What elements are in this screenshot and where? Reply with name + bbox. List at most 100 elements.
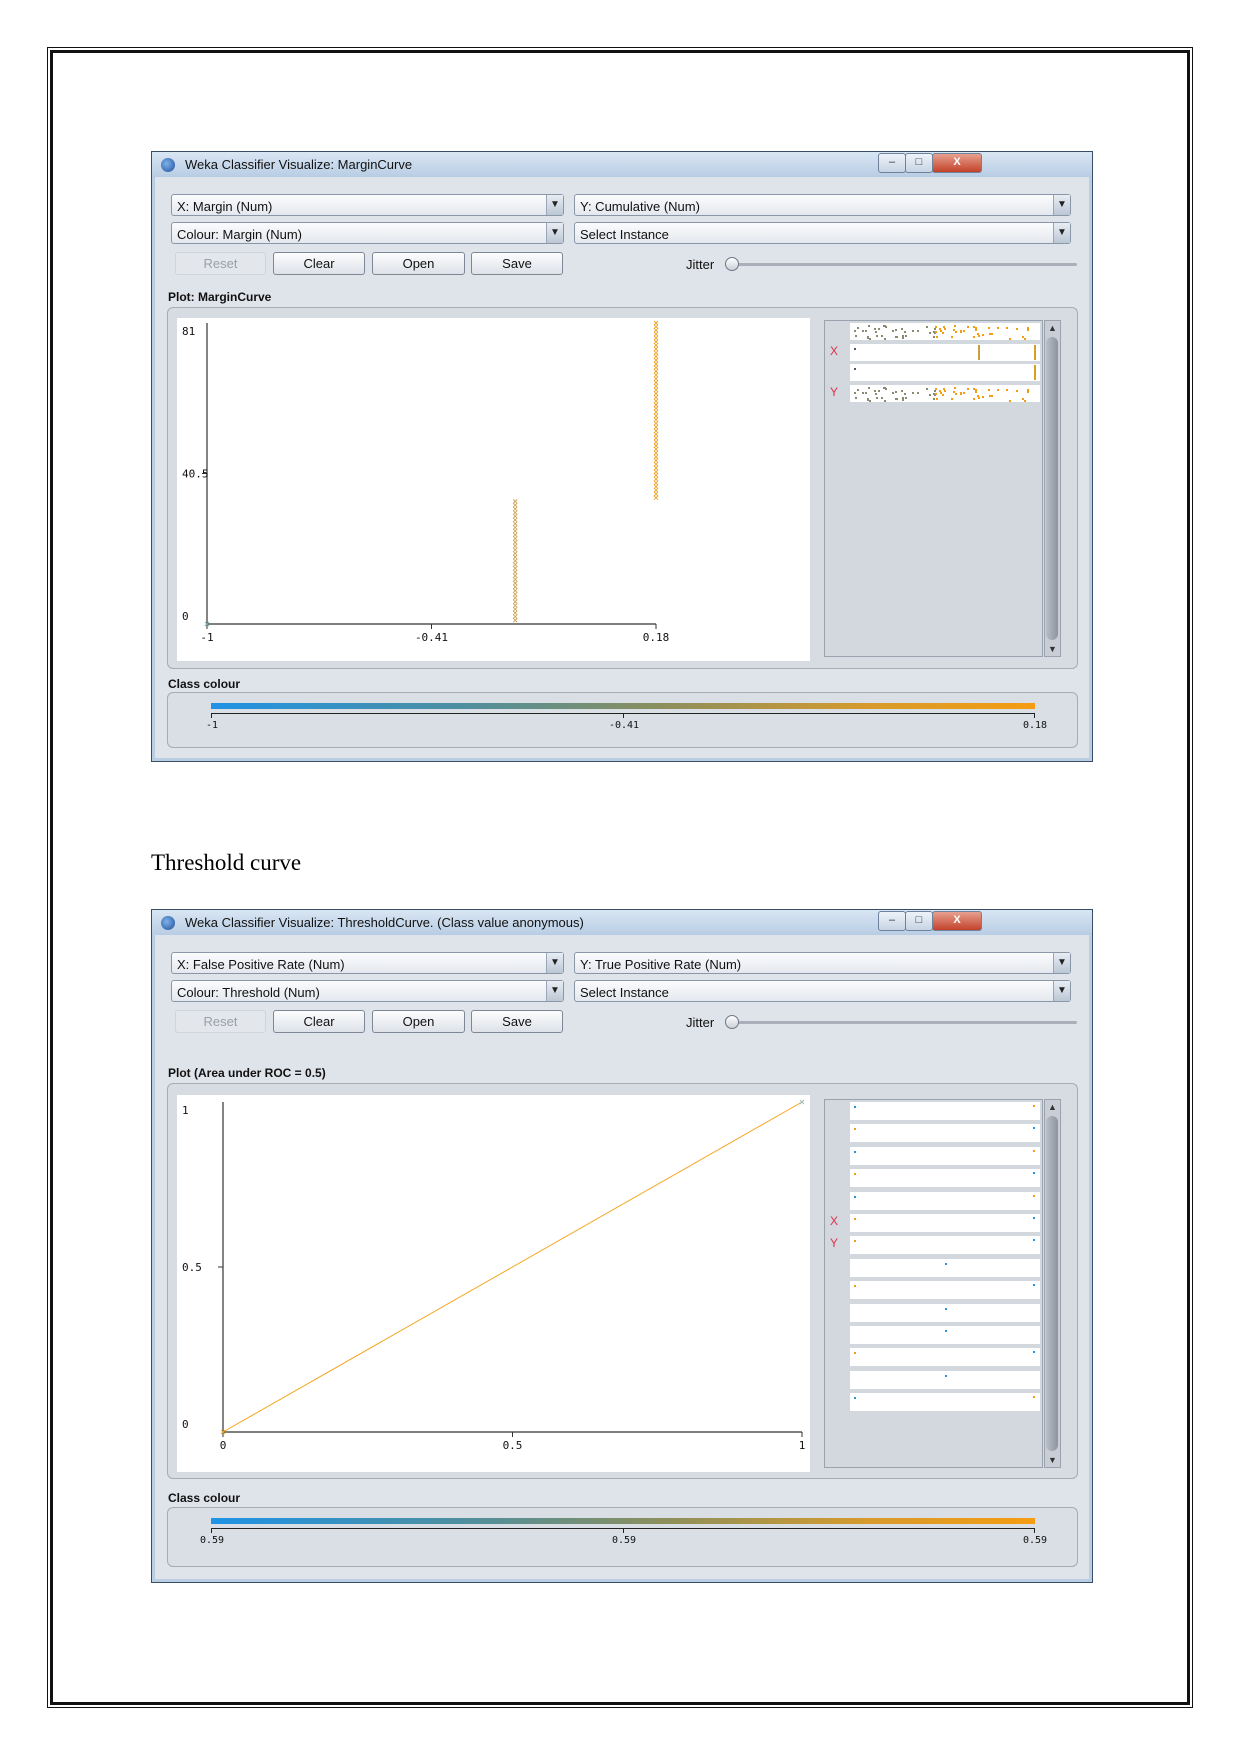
attribute-point: [962, 330, 965, 333]
attribute-point: [962, 392, 965, 395]
y-axis-select[interactable]: Y: True Positive Rate (Num) ▼: [574, 952, 1071, 974]
attribute-point: [940, 392, 942, 395]
data-point: [653, 335, 659, 341]
data-point: [512, 573, 518, 579]
attribute-bar[interactable]: [850, 1393, 1040, 1412]
open-button[interactable]: Open: [372, 1010, 465, 1033]
attribute-bar[interactable]: [850, 1303, 1040, 1322]
class-colour-label: Class colour: [168, 1491, 241, 1505]
attribute-scrollbar[interactable]: ▲ ▼: [1044, 1099, 1061, 1468]
colour-select[interactable]: Colour: Threshold (Num) ▼: [171, 980, 564, 1002]
x-attribute-label: X: [830, 1214, 839, 1228]
attribute-bar[interactable]: [850, 1214, 1040, 1232]
attribute-bar[interactable]: [850, 1124, 1040, 1143]
close-button[interactable]: X: [932, 911, 982, 931]
attribute-bar[interactable]: [850, 1348, 1040, 1367]
class-colour-tick: [211, 713, 212, 718]
attribute-bar[interactable]: [850, 1169, 1040, 1188]
scroll-up-arrow-icon[interactable]: ▲: [1045, 1100, 1060, 1114]
attribute-bar[interactable]: [850, 385, 1040, 402]
data-point: [653, 342, 659, 348]
save-button[interactable]: Save: [471, 252, 563, 275]
chevron-down-icon[interactable]: ▼: [1053, 981, 1070, 1001]
data-point: [653, 354, 659, 359]
attribute-bar[interactable]: [850, 1370, 1040, 1389]
scroll-up-arrow-icon[interactable]: ▲: [1045, 321, 1060, 335]
attribute-bar[interactable]: [850, 323, 1040, 340]
attribute-point: [854, 348, 856, 350]
chevron-down-icon[interactable]: ▼: [546, 981, 563, 1001]
attribute-bar[interactable]: [850, 1146, 1040, 1165]
attribute-bar[interactable]: [850, 1258, 1040, 1277]
data-point: [512, 606, 518, 612]
data-point: [512, 577, 518, 582]
attribute-point: [966, 326, 969, 329]
attribute-bar[interactable]: [850, 344, 1040, 361]
y-axis-select[interactable]: Y: Cumulative (Num) ▼: [574, 194, 1071, 216]
class-colour-tick: [623, 713, 624, 718]
attribute-point: [932, 335, 935, 338]
scrollbar-thumb[interactable]: [1046, 1116, 1058, 1451]
attribute-point: [854, 1218, 856, 1220]
clear-button[interactable]: Clear: [273, 252, 365, 275]
x-axis-select[interactable]: X: Margin (Num) ▼: [171, 194, 564, 216]
jitter-slider-knob[interactable]: [725, 1015, 739, 1029]
attribute-bar[interactable]: [850, 1191, 1040, 1210]
select-instance-select[interactable]: Select Instance ▼: [574, 222, 1071, 244]
combo-value: X: Margin (Num): [177, 199, 273, 214]
attribute-point: [1033, 1105, 1035, 1107]
class-colour-panel: -1 -0.41 0.18: [167, 692, 1078, 748]
class-colour-tick-label: -1: [205, 720, 219, 731]
data-point: [512, 610, 518, 616]
attribute-point: [854, 334, 857, 337]
combo-value: Select Instance: [580, 227, 669, 242]
jitter-slider[interactable]: [729, 1021, 1077, 1024]
attribute-point: [1021, 336, 1024, 339]
chevron-down-icon[interactable]: ▼: [1053, 195, 1070, 215]
maximize-button[interactable]: □: [905, 911, 933, 931]
attribute-point: [942, 387, 945, 390]
jitter-slider-knob[interactable]: [725, 257, 739, 271]
attribute-point: [867, 325, 870, 328]
attribute-bar[interactable]: [850, 1102, 1040, 1120]
attribute-point: [875, 335, 878, 338]
data-point: [512, 591, 518, 597]
attribute-point: [936, 336, 939, 339]
data-point: [653, 417, 659, 422]
attribute-bar[interactable]: [850, 1326, 1040, 1344]
save-button[interactable]: Save: [471, 1010, 563, 1033]
attribute-bar[interactable]: [850, 364, 1040, 381]
plot-label: Plot: MarginCurve: [168, 290, 272, 304]
attribute-point: [934, 326, 937, 329]
colour-select[interactable]: Colour: Margin (Num) ▼: [171, 222, 564, 244]
chevron-down-icon[interactable]: ▼: [546, 953, 563, 973]
data-point: [653, 368, 659, 374]
data-point: [653, 424, 659, 430]
minimize-button[interactable]: –: [878, 911, 906, 931]
x-axis-select[interactable]: X: False Positive Rate (Num) ▼: [171, 952, 564, 974]
plot-area[interactable]: -1 -0.41 0.18 0 40.5 81: [177, 318, 810, 661]
attribute-bar[interactable]: [850, 1281, 1040, 1300]
jitter-slider[interactable]: [729, 263, 1077, 266]
scroll-down-arrow-icon[interactable]: ▼: [1045, 642, 1060, 656]
chevron-down-icon[interactable]: ▼: [1053, 223, 1070, 243]
data-point: [512, 554, 518, 560]
attribute-point: [877, 327, 880, 330]
scrollbar-thumb[interactable]: [1046, 337, 1058, 640]
minimize-button[interactable]: –: [878, 153, 906, 173]
chevron-down-icon[interactable]: ▼: [1053, 953, 1070, 973]
data-point: [512, 614, 518, 619]
chevron-down-icon[interactable]: ▼: [546, 223, 563, 243]
chevron-down-icon[interactable]: ▼: [546, 195, 563, 215]
close-button[interactable]: X: [932, 153, 982, 173]
plot-area[interactable]: 0 0.5 1 0 0.5 1: [177, 1095, 810, 1472]
attribute-scrollbar[interactable]: ▲ ▼: [1044, 320, 1061, 657]
attribute-bar[interactable]: [850, 1236, 1040, 1255]
select-instance-select[interactable]: Select Instance ▼: [574, 980, 1071, 1002]
attribute-point: [869, 337, 872, 340]
clear-button[interactable]: Clear: [273, 1010, 365, 1033]
open-button[interactable]: Open: [372, 252, 465, 275]
scroll-down-arrow-icon[interactable]: ▼: [1045, 1453, 1060, 1467]
maximize-button[interactable]: □: [905, 153, 933, 173]
attribute-point: [854, 1352, 856, 1355]
